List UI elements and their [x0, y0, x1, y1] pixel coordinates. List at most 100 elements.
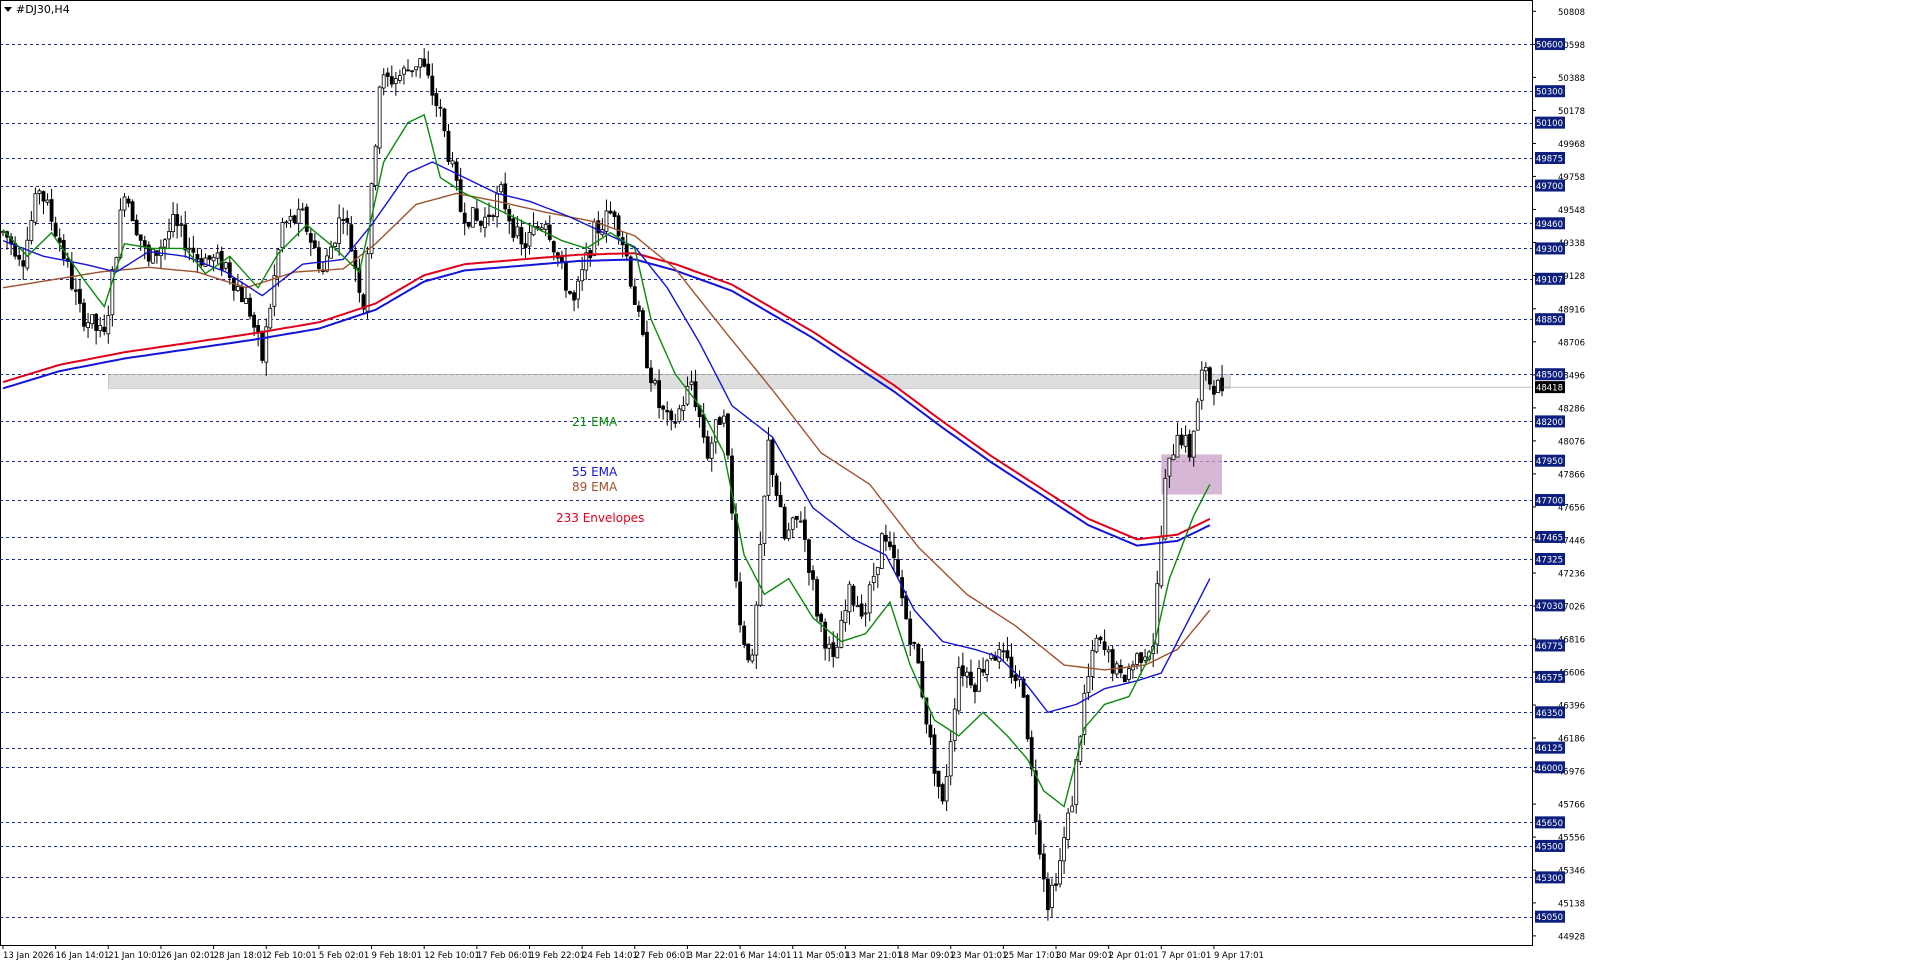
candle-body	[604, 210, 609, 232]
candle-body	[1127, 668, 1131, 680]
candle-body	[576, 280, 580, 300]
candle-body	[855, 605, 860, 608]
candle-body	[827, 643, 832, 649]
candle-body	[1220, 377, 1224, 392]
candle-body	[438, 106, 443, 109]
candle-body	[341, 219, 346, 221]
candle-body	[373, 145, 378, 187]
x-axis-tick-label: 28 Jan 18:01	[214, 951, 268, 961]
chart-title-bar[interactable]: #DJ30,H4	[4, 3, 70, 16]
candle-body	[402, 67, 406, 75]
candle-body	[215, 252, 220, 259]
candle-body	[142, 240, 147, 247]
candle-body	[252, 314, 257, 328]
candle-body	[385, 72, 390, 77]
level-price-label: 49107	[1536, 275, 1563, 285]
candle-body	[53, 222, 58, 237]
candle-body	[1001, 650, 1006, 653]
candle-body	[888, 541, 892, 548]
candle-body	[693, 381, 698, 408]
candle-body	[641, 310, 645, 335]
candle-body	[1098, 636, 1103, 641]
candle-body	[636, 305, 641, 312]
chevron-down-icon[interactable]	[4, 7, 12, 12]
candle-body	[248, 297, 252, 317]
candle-body	[1143, 656, 1147, 661]
candle-body	[1171, 454, 1176, 461]
candle-body	[843, 609, 848, 624]
candle-body	[49, 199, 54, 222]
candle-body	[41, 191, 46, 202]
x-axis-tick-label: 3 Mar 22:01	[687, 951, 738, 961]
candle-body	[381, 74, 386, 89]
candle-body	[470, 207, 475, 228]
candle-body	[973, 684, 977, 693]
candle-body	[649, 367, 653, 384]
candle-body	[689, 381, 694, 386]
candle-body	[1199, 369, 1204, 401]
candle-body	[442, 108, 447, 132]
candle-body	[1187, 433, 1192, 458]
candle-body	[503, 183, 508, 210]
candle-body	[179, 224, 184, 226]
level-price-label: 47700	[1536, 497, 1563, 507]
candle-body	[134, 219, 139, 236]
x-axis-tick-label: 19 Feb 22:01	[530, 951, 586, 961]
level-price-label: 47465	[1536, 533, 1563, 543]
plot-frame	[0, 0, 1533, 946]
candle-body	[288, 215, 293, 221]
candle-body	[786, 529, 791, 539]
candle-body	[673, 421, 678, 424]
candle-body	[454, 161, 459, 181]
candle-body	[333, 242, 338, 247]
level-price-label: 46000	[1536, 764, 1563, 774]
y-axis-tick-label: 49968	[1558, 140, 1585, 150]
level-price-label: 47950	[1536, 457, 1563, 467]
x-axis-tick-label: 11 Mar 05:01	[793, 951, 850, 961]
candle-body	[782, 506, 787, 539]
price-chart[interactable]: 5080850598503885017849968497584954849338…	[0, 0, 1916, 963]
chart-window[interactable]: 50808 50598 50388 50178 49968 49758 49548 49338…	[0, 0, 1916, 963]
candle-body	[523, 243, 528, 249]
x-axis-tick-label: 12 Feb 10:01	[424, 951, 480, 961]
envelope-lower-line	[2, 258, 1211, 547]
candle-body	[730, 455, 734, 514]
candle-body	[754, 604, 759, 656]
candle-body	[766, 439, 771, 496]
candle-body	[758, 544, 763, 606]
candle-body	[965, 671, 969, 677]
candle-body	[300, 208, 305, 211]
candle-body	[1203, 366, 1208, 372]
candle-body	[1139, 652, 1143, 663]
candle-body	[1167, 457, 1172, 477]
candle-body	[410, 70, 414, 73]
candle-body	[175, 214, 180, 227]
candle-body	[1054, 883, 1058, 886]
candle-body	[657, 380, 661, 408]
candle-body	[952, 708, 957, 741]
candle-body	[863, 612, 868, 615]
candle-body	[726, 413, 730, 456]
candle-body	[126, 198, 131, 204]
candle-body	[560, 256, 564, 263]
x-axis-tick-label: 17 Feb 06:01	[477, 951, 533, 961]
candle-body	[240, 286, 244, 303]
candle-body	[794, 515, 799, 520]
candle-body	[701, 414, 706, 438]
candle-body	[608, 210, 613, 214]
candle-body	[106, 315, 111, 335]
candle-body	[1208, 367, 1212, 385]
candle-body	[1179, 434, 1184, 446]
candle-body	[960, 665, 965, 677]
candle-body	[223, 262, 228, 269]
candle-body	[738, 581, 742, 626]
candle-body	[717, 417, 722, 425]
candle-body	[45, 199, 50, 203]
y-axis-tick-label: 47236	[1558, 569, 1585, 579]
candle-body	[312, 240, 317, 248]
y-axis-tick-label: 48706	[1558, 338, 1585, 348]
x-axis-tick-label: 23 Mar 01:01	[951, 951, 1008, 961]
candle-body	[948, 741, 953, 777]
candle-body	[1090, 649, 1095, 677]
level-price-label: 49300	[1536, 245, 1563, 255]
